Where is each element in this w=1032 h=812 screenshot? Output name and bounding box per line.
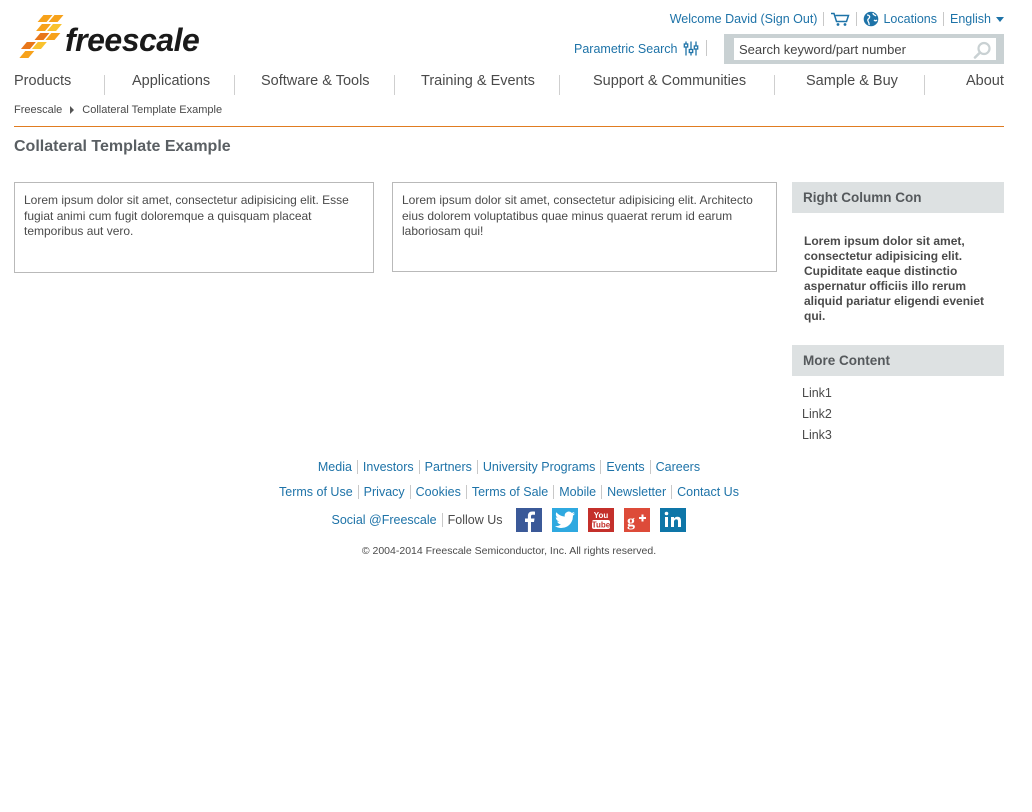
divider bbox=[104, 75, 105, 95]
svg-text:You: You bbox=[594, 511, 609, 520]
footer-link-cookies[interactable]: Cookies bbox=[416, 485, 461, 499]
language-dropdown[interactable]: English bbox=[950, 12, 1004, 26]
breadcrumb: Freescale Collateral Template Example bbox=[14, 104, 222, 116]
content-card: Lorem ipsum dolor sit amet, consectetur … bbox=[392, 182, 777, 272]
divider bbox=[441, 513, 443, 527]
content-card: Lorem ipsum dolor sit amet, consectetur … bbox=[14, 182, 374, 273]
header-divider bbox=[14, 126, 1004, 127]
footer-links-primary: Media Investors Partners University Prog… bbox=[0, 460, 1018, 474]
parametric-search-link[interactable]: Parametric Search bbox=[574, 41, 699, 56]
page-title: Collateral Template Example bbox=[14, 138, 231, 155]
search-input[interactable] bbox=[734, 38, 996, 60]
footer-link-newsletter[interactable]: Newsletter bbox=[607, 485, 666, 499]
divider bbox=[476, 460, 478, 474]
utility-bar: Welcome David (Sign Out) Locations Engli… bbox=[670, 10, 1004, 28]
search-icon[interactable] bbox=[972, 41, 992, 59]
divider bbox=[943, 12, 944, 26]
right-column-text: Lorem ipsum dolor sit amet, consectetur … bbox=[804, 234, 985, 323]
divider bbox=[924, 75, 925, 95]
language-label: English bbox=[950, 12, 991, 26]
footer-link-events[interactable]: Events bbox=[606, 460, 644, 474]
nav-item-products[interactable]: Products bbox=[14, 73, 71, 89]
right-column-heading: Right Column Con bbox=[792, 182, 1004, 213]
divider bbox=[856, 12, 858, 26]
follow-us-label: Follow Us bbox=[447, 513, 503, 527]
divider bbox=[774, 75, 775, 95]
google-plus-icon[interactable]: g bbox=[624, 508, 651, 532]
twitter-icon[interactable] bbox=[552, 508, 579, 532]
divider bbox=[409, 485, 411, 499]
divider bbox=[823, 12, 825, 26]
more-content-heading: More Content bbox=[792, 345, 1004, 376]
parametric-search-label: Parametric Search bbox=[574, 41, 678, 56]
nav-item-training-events[interactable]: Training & Events bbox=[421, 73, 535, 89]
svg-text:Tube: Tube bbox=[592, 521, 611, 530]
search-box bbox=[724, 34, 1004, 64]
divider bbox=[649, 460, 651, 474]
welcome-sign-out-link[interactable]: Welcome David (Sign Out) bbox=[670, 12, 818, 26]
divider bbox=[356, 460, 358, 474]
nav-item-software-tools[interactable]: Software & Tools bbox=[261, 73, 370, 89]
card-text: Lorem ipsum dolor sit amet, consectetur … bbox=[24, 193, 349, 238]
breadcrumb-home-link[interactable]: Freescale bbox=[14, 104, 62, 116]
footer-link-investors[interactable]: Investors bbox=[363, 460, 414, 474]
copyright: © 2004-2014 Freescale Semiconductor, Inc… bbox=[361, 545, 657, 557]
divider bbox=[394, 75, 395, 95]
freescale-logo[interactable]: freescale bbox=[16, 12, 226, 62]
divider bbox=[553, 485, 555, 499]
svg-text:g: g bbox=[627, 513, 635, 530]
footer-link-university-programs[interactable]: University Programs bbox=[483, 460, 596, 474]
nav-item-sample-buy[interactable]: Sample & Buy bbox=[806, 73, 898, 89]
locations-link[interactable]: Locations bbox=[863, 11, 937, 27]
footer-link-terms-of-use[interactable]: Terms of Use bbox=[279, 485, 353, 499]
footer-link-careers[interactable]: Careers bbox=[656, 460, 700, 474]
divider bbox=[465, 485, 467, 499]
nav-item-support-communities[interactable]: Support & Communities bbox=[593, 73, 746, 89]
logo-wordmark: freescale bbox=[65, 22, 200, 58]
freescale-logo-mark-icon bbox=[19, 15, 64, 58]
more-content-link[interactable]: Link3 bbox=[802, 428, 832, 449]
nav-item-about[interactable]: About bbox=[966, 73, 1004, 89]
divider bbox=[234, 75, 235, 95]
nav-item-applications[interactable]: Applications bbox=[132, 73, 210, 89]
more-content-link[interactable]: Link2 bbox=[802, 407, 832, 428]
footer-link-privacy[interactable]: Privacy bbox=[364, 485, 405, 499]
social-freescale-link[interactable]: Social @Freescale bbox=[332, 513, 437, 527]
breadcrumb-current: Collateral Template Example bbox=[82, 104, 223, 116]
divider bbox=[559, 75, 560, 95]
main-nav: Products Applications Software & Tools T… bbox=[14, 73, 1004, 95]
divider bbox=[601, 485, 603, 499]
footer-link-mobile[interactable]: Mobile bbox=[559, 485, 596, 499]
more-content-link[interactable]: Link1 bbox=[802, 386, 832, 407]
facebook-icon[interactable] bbox=[516, 508, 543, 532]
footer-link-terms-of-sale[interactable]: Terms of Sale bbox=[472, 485, 548, 499]
divider bbox=[600, 460, 602, 474]
locations-label: Locations bbox=[883, 12, 937, 26]
chevron-down-icon bbox=[996, 17, 1004, 22]
divider bbox=[357, 485, 359, 499]
divider bbox=[418, 460, 420, 474]
more-content-links: Link1 Link2 Link3 bbox=[802, 386, 832, 449]
chevron-right-icon bbox=[70, 106, 75, 114]
footer-link-media[interactable]: Media bbox=[318, 460, 352, 474]
footer-link-partners[interactable]: Partners bbox=[425, 460, 472, 474]
youtube-icon[interactable]: You Tube bbox=[588, 508, 615, 532]
card-text: Lorem ipsum dolor sit amet, consectetur … bbox=[402, 193, 753, 238]
sliders-icon bbox=[683, 41, 698, 56]
divider bbox=[671, 485, 673, 499]
divider bbox=[706, 40, 707, 56]
footer-link-contact-us[interactable]: Contact Us bbox=[677, 485, 739, 499]
footer-social: Social @Freescale Follow Us You Tube g bbox=[0, 508, 1018, 532]
linkedin-icon[interactable] bbox=[660, 508, 687, 532]
cart-icon[interactable] bbox=[830, 12, 851, 27]
footer-links-legal: Terms of Use Privacy Cookies Terms of Sa… bbox=[0, 485, 1018, 499]
globe-icon bbox=[864, 11, 879, 27]
